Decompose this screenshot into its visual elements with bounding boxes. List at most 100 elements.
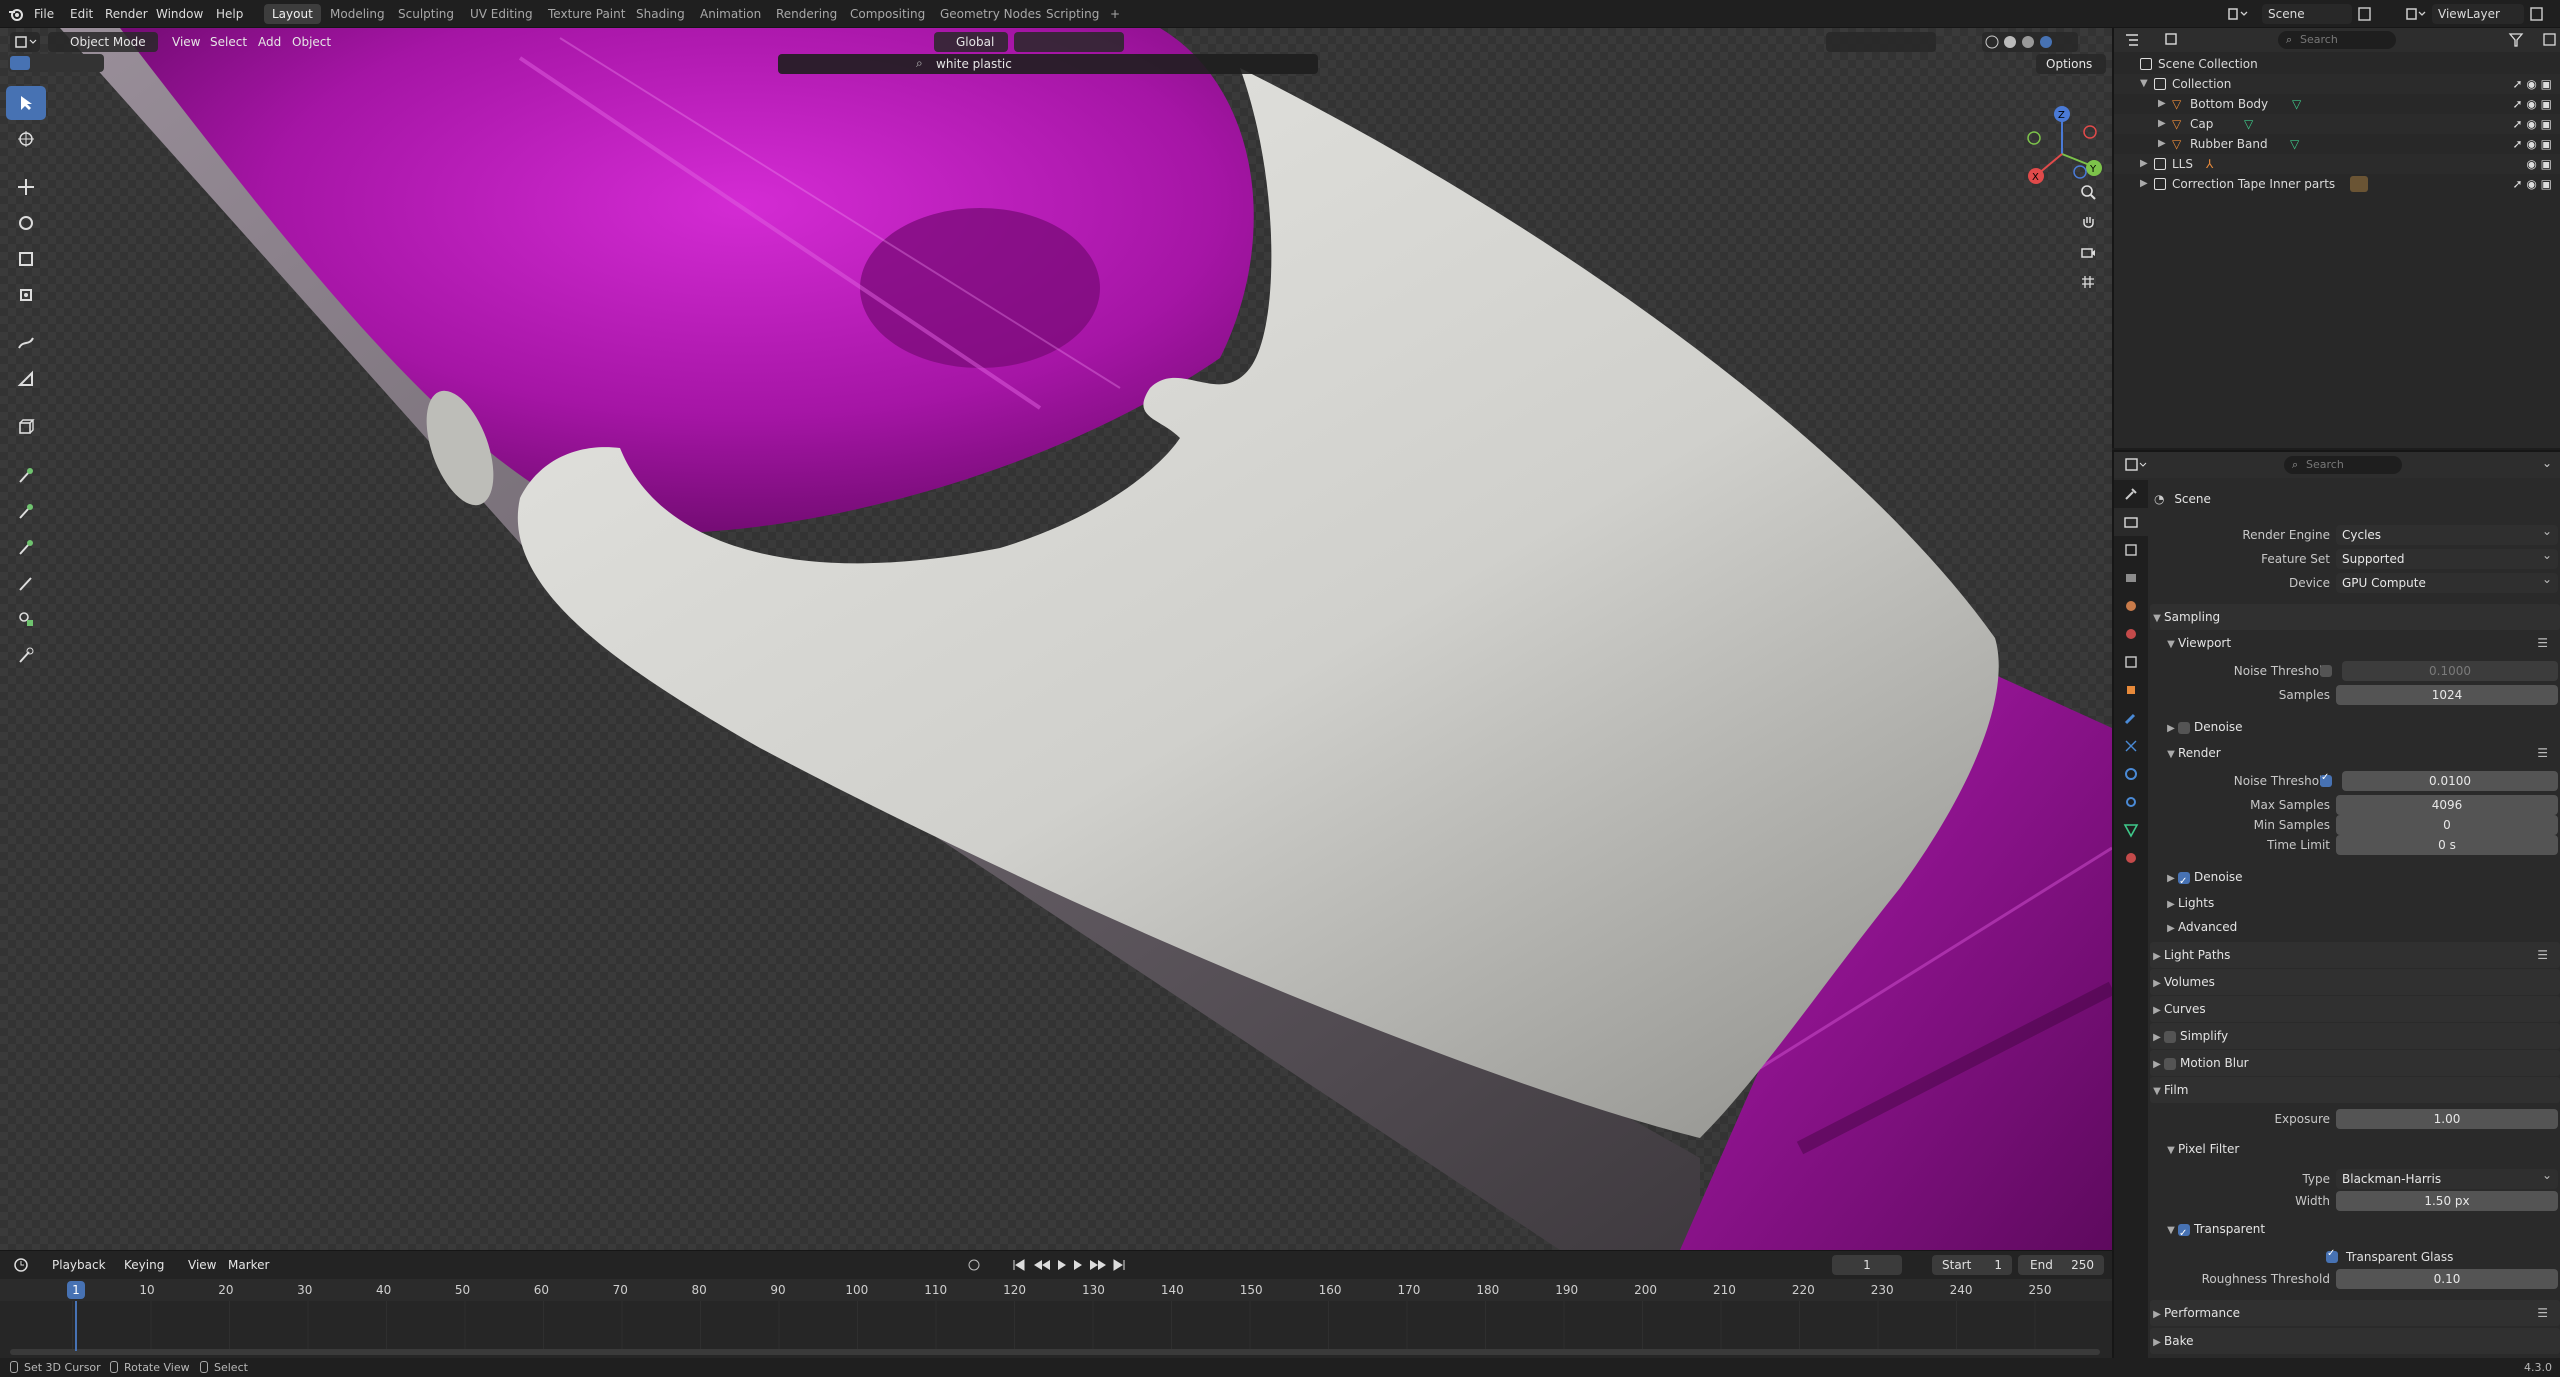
tab-uv-editing[interactable]: UV Editing [462,4,541,24]
timeline-ruler[interactable]: 1102030405060708090100110120130140150160… [0,1279,2112,1301]
world-tab-icon[interactable] [2114,620,2148,648]
scene-selector-icon[interactable] [2226,0,2248,28]
editor-type-button[interactable] [10,32,40,52]
brush-tool-3-icon[interactable] [6,530,46,564]
viewport-denoise-checkbox[interactable] [2178,721,2190,734]
timeline-menu-playback[interactable]: Playback [52,1258,106,1272]
menu-view[interactable]: View [172,35,200,49]
annotate-tool-icon[interactable] [6,326,46,360]
render-noise-threshold-checkbox[interactable] [2320,772,2332,787]
visibility-icons[interactable]: ➚ ◉ ▣ [2513,74,2553,94]
menu-select[interactable]: Select [210,35,247,49]
min-samples-field[interactable]: 0 [2336,815,2558,835]
tab-animation[interactable]: Animation [692,4,769,24]
transform-tool-icon[interactable] [6,278,46,312]
mode-selector[interactable]: Object Mode [48,32,158,52]
render-subpanel-header[interactable]: ▼ Render ☰ [2150,740,2560,766]
render-denoise-header[interactable]: ▶ Denoise [2150,864,2560,895]
blender-logo-icon[interactable] [8,0,24,28]
tab-compositing[interactable]: Compositing [842,4,933,24]
material-search-input[interactable]: white plastic [936,57,1012,71]
performance-panel-header[interactable]: ▶ Performance ☰ [2150,1300,2560,1326]
transparent-subpanel-header[interactable]: ▼ Transparent [2150,1216,2560,1247]
pivot-snap-buttons[interactable] [1014,32,1124,52]
presets-list-icon[interactable]: ☰ [2537,630,2548,656]
tab-shading[interactable]: Shading [628,4,693,24]
output-tab-icon[interactable] [2114,536,2148,564]
timeline-track-area[interactable] [0,1301,2112,1351]
particles-tab-icon[interactable] [2114,732,2148,760]
brush-tool-1-icon[interactable] [6,458,46,492]
select-box-icon[interactable] [10,56,30,70]
menu-object[interactable]: Object [292,35,331,49]
camera-view-icon[interactable] [2074,238,2102,266]
scale-tool-icon[interactable] [6,242,46,276]
menu-edit[interactable]: Edit [70,0,93,28]
new-collection-icon[interactable] [2542,32,2558,51]
expand-chevron-icon[interactable]: ▶ [2158,134,2166,154]
new-scene-icon[interactable] [2356,0,2374,28]
playhead[interactable]: 1 [67,1281,85,1299]
object-tab-icon[interactable] [2114,676,2148,704]
volumes-panel-header[interactable]: ▶ Volumes [2150,969,2560,995]
timeline-menu-marker[interactable]: Marker [228,1258,269,1272]
render-denoise-checkbox[interactable] [2178,869,2190,895]
current-frame-field[interactable]: 1 [1832,1255,1902,1275]
pixel-filter-subpanel-header[interactable]: ▼ Pixel Filter [2150,1136,2560,1162]
device-dropdown[interactable]: GPU Compute [2336,569,2558,593]
timeline-menu-keying[interactable]: Keying [124,1258,164,1272]
outliner-filter-icon[interactable] [2508,32,2534,51]
material-filter-bar[interactable]: ⌕ white plastic [778,54,1318,74]
viewport-noise-threshold-checkbox[interactable] [2320,665,2332,677]
outliner-row-lls[interactable]: ▶ LLS ⅄ ◉ ▣ [2114,154,2560,174]
move-tool-icon[interactable] [6,170,46,204]
properties-editor-type-icon[interactable] [2124,456,2150,477]
max-samples-field[interactable]: 4096 [2336,795,2558,815]
transparent-checkbox[interactable] [2178,1221,2190,1247]
shading-mode-buttons[interactable] [1982,32,2078,52]
simplify-panel-header[interactable]: ▶ Simplify [2150,1023,2560,1049]
visibility-icons[interactable]: ➚ ◉ ▣ [2513,174,2553,194]
outliner-row-cap[interactable]: ▶ ▽ Cap ▽ ➚ ◉ ▣ [2114,114,2560,134]
tab-texture-paint[interactable]: Texture Paint [540,4,633,24]
outliner-row-bottom-body[interactable]: ▶ ▽ Bottom Body ▽ ➚ ◉ ▣ [2114,94,2560,114]
material-tab-icon[interactable] [2114,844,2148,872]
menu-help[interactable]: Help [216,0,243,28]
options-button[interactable]: Options [2036,54,2106,74]
curves-panel-header[interactable]: ▶ Curves [2150,996,2560,1022]
tab-sculpting[interactable]: Sculpting [390,4,462,24]
transparent-glass-checkbox[interactable] [2326,1248,2338,1263]
tab-rendering[interactable]: Rendering [768,4,845,24]
brush-tool-6-icon[interactable] [6,638,46,672]
new-view-layer-icon[interactable] [2528,0,2546,28]
tab-modeling[interactable]: Modeling [322,4,393,24]
outliner-search-input[interactable]: ⌕ Search [2278,31,2396,49]
exposure-field[interactable]: 1.00 [2336,1109,2558,1129]
visibility-icons[interactable]: ➚ ◉ ▣ [2513,94,2553,114]
lights-subpanel-header[interactable]: ▶ Lights [2150,890,2560,916]
tab-scripting[interactable]: Scripting [1038,4,1107,24]
viewport-overlay-buttons[interactable] [1826,32,1936,52]
motion-blur-checkbox[interactable] [2164,1057,2176,1070]
tab-layout[interactable]: Layout [264,4,321,24]
ortho-grid-icon[interactable] [2074,268,2102,296]
light-paths-panel-header[interactable]: ▶ Light Paths ☰ [2150,942,2560,968]
render-noise-threshold-field[interactable]: 0.0100 [2342,771,2558,791]
pan-hand-icon[interactable] [2074,208,2102,236]
measure-tool-icon[interactable] [6,362,46,396]
scene-tab-icon[interactable] [2114,592,2148,620]
timeline-scrollbar[interactable] [10,1349,2100,1355]
3d-viewport[interactable]: Object Mode View Select Add Object Globa… [0,28,2112,1250]
visibility-icons[interactable]: ➚ ◉ ▣ [2513,114,2553,134]
cursor-tool-icon[interactable] [6,122,46,156]
zoom-icon[interactable] [2074,178,2102,206]
data-tab-icon[interactable] [2114,816,2148,844]
tab-geometry-nodes[interactable]: Geometry Nodes [932,4,1049,24]
physics-tab-icon[interactable] [2114,760,2148,788]
modifier-tab-icon[interactable] [2114,704,2148,732]
scene-name[interactable]: Scene [2262,4,2352,24]
roughness-threshold-field[interactable]: 0.10 [2336,1269,2558,1289]
viewport-subpanel-header[interactable]: ▼ Viewport ☰ [2150,630,2560,656]
selection-mode-buttons[interactable] [8,54,104,72]
properties-search-input[interactable]: ⌕ Search [2284,456,2402,474]
